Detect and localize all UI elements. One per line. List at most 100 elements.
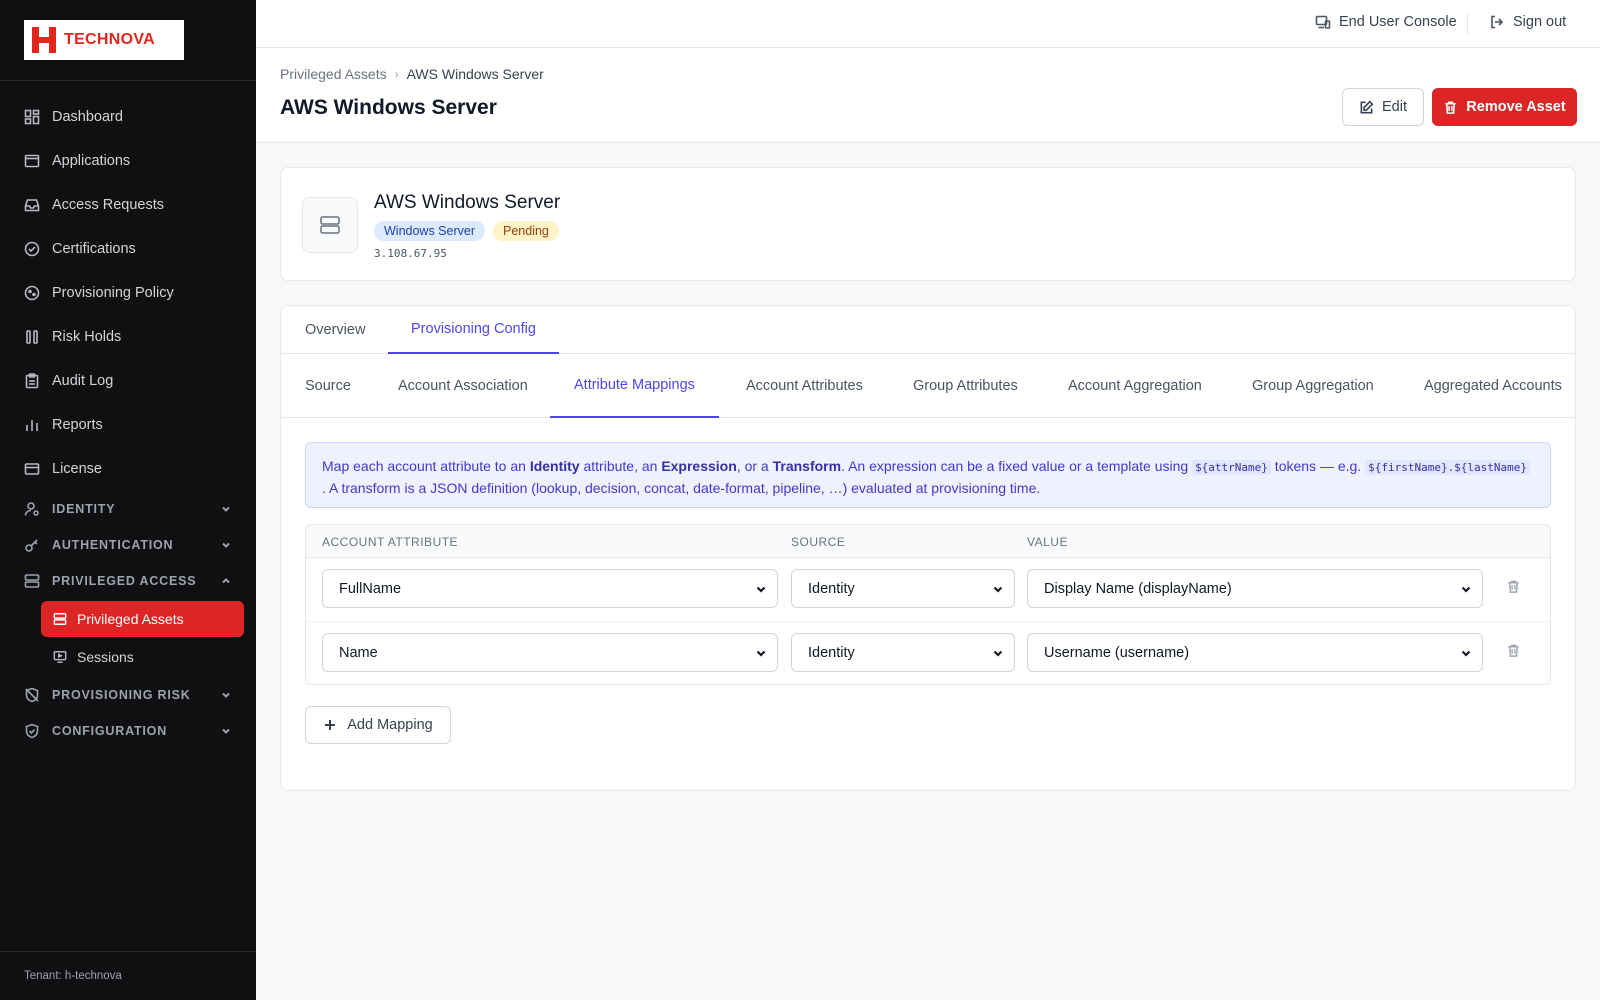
end-user-console-link[interactable]: End User Console (1315, 14, 1457, 30)
devices-icon (1315, 15, 1331, 29)
sidebar-item-risk-holds[interactable]: Risk Holds (0, 315, 256, 359)
sidebar-item-audit-log[interactable]: Audit Log (0, 359, 256, 403)
remove-asset-button[interactable]: Remove Asset (1432, 88, 1577, 126)
policy-icon (24, 285, 40, 301)
page-title: AWS Windows Server (280, 96, 497, 119)
info-bold: Expression (661, 458, 737, 474)
shield-check-icon (24, 723, 40, 739)
brand-logo[interactable]: TECHNOVA (24, 20, 184, 60)
subtab-aggregated-accounts[interactable]: Aggregated Accounts (1424, 354, 1562, 418)
brand-name: TECHNOVA (64, 31, 155, 48)
plus-icon (325, 720, 336, 730)
delete-mapping-button[interactable] (1506, 643, 1522, 659)
config-subtabs: Source Account Association Attribute Map… (281, 354, 1575, 418)
tab-provisioning-config[interactable]: Provisioning Config (388, 306, 559, 354)
breadcrumb-current: AWS Windows Server (406, 66, 544, 82)
column-header: VALUE (1027, 535, 1068, 549)
server-icon (53, 612, 67, 626)
trash-icon (1445, 101, 1456, 114)
chevron-down-icon (992, 647, 1004, 659)
mapping-table: ACCOUNT ATTRIBUTE SOURCE VALUE FullName … (305, 524, 1551, 685)
info-code: ${firstName}.${lastName} (1365, 460, 1531, 475)
subtab-attribute-mappings[interactable]: Attribute Mappings (550, 354, 719, 418)
delete-mapping-button[interactable] (1506, 579, 1522, 595)
sidebar-item-sessions[interactable]: Sessions (41, 639, 244, 675)
sidebar-item-label: Reports (52, 417, 103, 433)
sidebar-divider (0, 951, 256, 952)
trash-icon (1508, 644, 1519, 657)
subtab-account-aggregation[interactable]: Account Aggregation (1068, 354, 1202, 418)
source-select[interactable]: Identity (791, 633, 1015, 672)
info-bold: Transform (772, 458, 842, 474)
subtab-source[interactable]: Source (305, 354, 351, 418)
chevron-down-icon (1460, 647, 1472, 659)
edit-icon (1360, 100, 1374, 113)
section-label: IDENTITY (52, 502, 116, 516)
provisioning-panel: Overview Provisioning Config Source Acco… (280, 305, 1576, 791)
info-text: Map each account attribute to an (322, 458, 530, 474)
inbox-icon (24, 197, 40, 213)
sidebar-item-applications[interactable]: Applications (0, 139, 256, 183)
sidebar-item-dashboard[interactable]: Dashboard (0, 95, 256, 139)
sidebar-item-provisioning-policy[interactable]: Provisioning Policy (0, 271, 256, 315)
sidebar-item-label: Risk Holds (52, 329, 122, 345)
main-tabs: Overview Provisioning Config (281, 306, 1575, 354)
asset-name: AWS Windows Server (374, 192, 561, 213)
sidebar-item-certifications[interactable]: Certifications (0, 227, 256, 271)
section-label: CONFIGURATION (52, 724, 168, 738)
chevron-down-icon (755, 583, 767, 595)
chevron-down-icon (220, 503, 232, 515)
sign-out-label: Sign out (1513, 14, 1567, 30)
column-header: SOURCE (791, 535, 846, 549)
sign-out-button[interactable]: Sign out (1489, 14, 1566, 30)
topbar: End User Console Sign out (256, 0, 1600, 48)
section-label: AUTHENTICATION (52, 538, 174, 552)
value-select[interactable]: Display Name (displayName) (1027, 569, 1483, 608)
chevron-right-icon: › (394, 67, 399, 81)
subtab-group-attributes[interactable]: Group Attributes (913, 354, 1018, 418)
topbar-divider (1467, 13, 1468, 35)
info-code: ${attrName} (1192, 460, 1271, 475)
subtab-account-attributes[interactable]: Account Attributes (746, 354, 863, 418)
account-attribute-select[interactable]: Name (322, 633, 778, 672)
info-bold: Identity (529, 458, 580, 474)
subtab-group-aggregation[interactable]: Group Aggregation (1252, 354, 1374, 418)
section-label: PROVISIONING RISK (52, 688, 191, 702)
breadcrumb-parent-link[interactable]: Privileged Assets (280, 66, 387, 82)
status-badge: Pending (493, 221, 559, 241)
sidebar-item-label: Access Requests (52, 197, 165, 213)
mapping-table-header: ACCOUNT ATTRIBUTE SOURCE VALUE (306, 525, 1550, 558)
sidebar-item-license[interactable]: License (0, 447, 256, 491)
remove-asset-label: Remove Asset (1466, 99, 1566, 115)
sidebar-section-authentication[interactable]: AUTHENTICATION (0, 527, 256, 563)
info-text: , or a (736, 458, 773, 474)
applications-icon (24, 153, 40, 169)
bar-chart-icon (24, 417, 40, 433)
table-row: FullName Identity Display Name (displayN… (306, 558, 1550, 622)
sidebar-section-configuration[interactable]: CONFIGURATION (0, 713, 256, 749)
subtab-account-association[interactable]: Account Association (398, 354, 528, 418)
add-mapping-button[interactable]: Add Mapping (305, 706, 451, 744)
sidebar: TECHNOVA Dashboard Applications Access R… (0, 0, 256, 1000)
asset-summary-card: AWS Windows Server Windows Server Pendin… (280, 167, 1576, 281)
info-callout: Map each account attribute to an Identit… (305, 442, 1551, 508)
source-select[interactable]: Identity (791, 569, 1015, 608)
sidebar-item-reports[interactable]: Reports (0, 403, 256, 447)
sidebar-section-provisioning-risk[interactable]: PROVISIONING RISK (0, 677, 256, 713)
sidebar-item-privileged-assets[interactable]: Privileged Assets (41, 601, 244, 637)
value-select[interactable]: Username (username) (1027, 633, 1483, 672)
sidebar-section-privileged-access[interactable]: PRIVILEGED ACCESS (0, 563, 256, 599)
asset-ip: 3.108.67.95 (374, 247, 447, 260)
add-mapping-label: Add Mapping (347, 717, 433, 733)
edit-button[interactable]: Edit (1342, 88, 1424, 126)
sidebar-item-access-requests[interactable]: Access Requests (0, 183, 256, 227)
info-text: attribute, an (579, 458, 662, 474)
select-value: FullName (339, 580, 402, 597)
sidebar-section-identity[interactable]: IDENTITY (0, 491, 256, 527)
info-text: . An expression can be a fixed value or … (841, 458, 1193, 474)
logo-mark-icon (32, 27, 56, 53)
select-value: Username (username) (1044, 644, 1190, 661)
account-attribute-select[interactable]: FullName (322, 569, 778, 608)
tab-overview[interactable]: Overview (305, 306, 365, 354)
column-header: ACCOUNT ATTRIBUTE (322, 535, 459, 549)
